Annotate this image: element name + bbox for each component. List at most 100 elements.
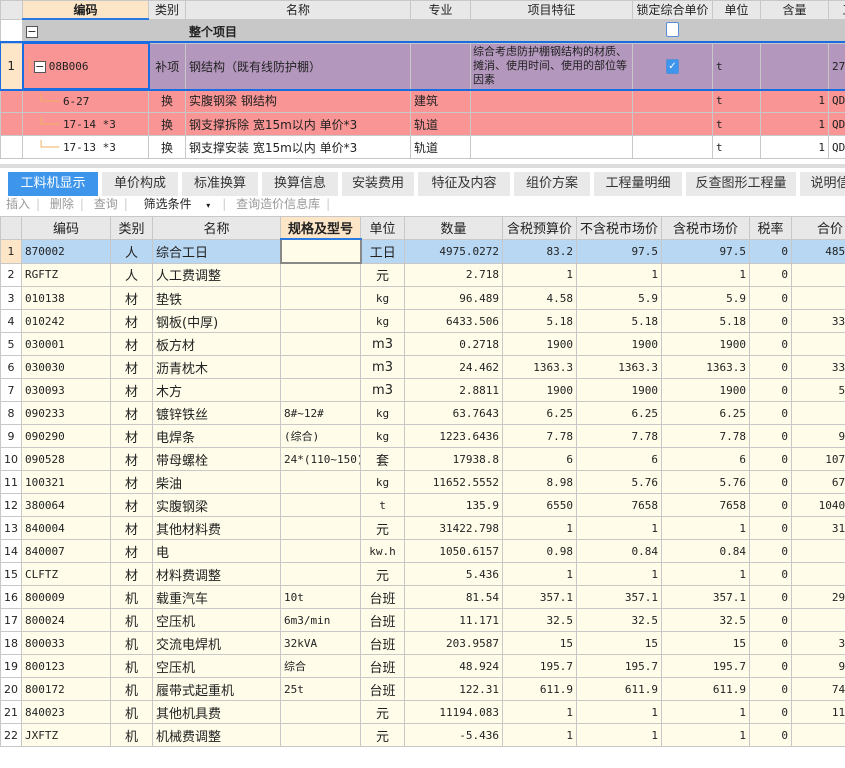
col-unit[interactable]: 单位	[712, 0, 761, 20]
resource-row[interactable]: 20 800172 机履带式起重机 25t 台班 122.31 611.9 611.9 611.…	[0, 677, 845, 701]
sub-code-cell[interactable]: └── 6-27	[22, 88, 149, 113]
cell-spec[interactable]: 32kVA	[280, 631, 361, 655]
resource-row[interactable]: 19800123机空压机综合台班48.924195.7195.7195.7095…	[0, 654, 845, 678]
col-lock[interactable]: 锁定综合单价	[632, 0, 713, 20]
cell-spec[interactable]	[280, 493, 361, 517]
insert-button[interactable]: 插入	[6, 197, 30, 211]
cell-spec[interactable]	[280, 355, 361, 379]
col-pretax-market-price[interactable]: 不含税市场价	[576, 216, 662, 240]
resource-row[interactable]: 15CLFTZ材材料费调整元5.43611105	[0, 562, 845, 586]
sub-type: 换	[148, 88, 186, 113]
sub-item-row[interactable]: └── 6-27换实腹钢梁 钢结构建筑t1QDI	[0, 88, 845, 113]
col-spec[interactable]: 规格及型号	[280, 216, 361, 240]
sub-code-cell[interactable]: └── 17-14 *3	[22, 112, 149, 136]
tab-9[interactable]: 说明信	[800, 172, 845, 196]
cell-spec[interactable]	[280, 262, 361, 287]
cell-spec[interactable]: 综合	[280, 654, 361, 678]
sub-item-row[interactable]: └── 17-14 *3换钢支撑拆除 宽15m以内 单价*3轨道t1QDI	[0, 112, 845, 136]
col-code[interactable]: 编码	[21, 216, 111, 240]
cell-tax-budget-price: 6	[502, 447, 577, 471]
cell-spec[interactable]	[280, 286, 361, 310]
col-tax-market-price[interactable]: 含税市场价	[661, 216, 750, 240]
cell-spec[interactable]	[280, 516, 361, 540]
resource-row[interactable]: 2RGFTZ人人工费调整元2.71811102	[0, 262, 845, 287]
col-tax-rate[interactable]: 税率	[749, 216, 792, 240]
col-qty[interactable]: 含量	[760, 0, 829, 20]
cell-spec[interactable]: 24*(110~150)	[280, 447, 361, 471]
col-name[interactable]: 名称	[185, 0, 411, 20]
cell-quantity: 11652.5552	[404, 470, 503, 494]
resource-row[interactable]: 8 090233 材镀锌铁丝 8#~12# kg 63.7643 6.25 6.25 6.25 0…	[0, 401, 845, 425]
col-total[interactable]: 合价	[791, 216, 845, 240]
cell-spec[interactable]	[280, 562, 361, 586]
cell-pretax-market-price: 1900	[576, 378, 662, 402]
item-row[interactable]: 1 │− 08B006 补项 钢结构（既有线防护棚） 综合考虑防护棚钢结构的材质、…	[0, 41, 845, 91]
resource-row[interactable]: 10 090528 材带母螺栓 24*(110~150) 套 17938.8 6 6 6 0 107…	[0, 447, 845, 471]
resource-row[interactable]: 12380064材实腹钢梁t135.965507658765801040722	[0, 493, 845, 517]
resource-row[interactable]: 17 800024 机空压机 6m3/min 台班 11.171 32.5 32.5 32.5 0…	[0, 608, 845, 632]
cell-unit: 台班	[360, 585, 405, 609]
cell-spec[interactable]	[279, 238, 362, 264]
tab-3[interactable]: 换算信息	[262, 172, 338, 196]
cell-spec[interactable]	[280, 378, 361, 402]
sub-qty: 1	[760, 88, 829, 113]
cell-spec[interactable]: 6m3/min	[280, 608, 361, 632]
cell-spec[interactable]: 10t	[280, 585, 361, 609]
col-name[interactable]: 名称	[152, 216, 281, 240]
cell-spec[interactable]	[280, 332, 361, 356]
col-quantity[interactable]: 数量	[404, 216, 503, 240]
col-tax-budget-price[interactable]: 含税预算价	[502, 216, 577, 240]
tab-6[interactable]: 组价方案	[514, 172, 590, 196]
cell-spec[interactable]	[280, 700, 361, 724]
tab-2[interactable]: 标准换算	[182, 172, 258, 196]
resource-row[interactable]: 7030093材木方m32.881119001900190005474	[0, 378, 845, 402]
sub-code-cell[interactable]: └── 17-13 *3	[22, 135, 149, 159]
col-type[interactable]: 类别	[110, 216, 153, 240]
query-button[interactable]: 查询	[94, 197, 118, 211]
filter-dropdown[interactable]: 筛选条件 ▾	[138, 197, 217, 211]
resource-row[interactable]: 18800033机交流电焊机32kVA台班203.958715151503059	[0, 631, 845, 655]
col-unit[interactable]: 单位	[360, 216, 405, 240]
resource-row[interactable]: 6 030030 材沥青枕木 m3 24.462 1363.3 1363.3 1363.3 0 3…	[0, 355, 845, 379]
lock-checkbox[interactable]	[666, 22, 679, 37]
resource-row[interactable]: 16 800009 机载重汽车 10t 台班 81.54 357.1 357.1 357.1 0 2…	[0, 585, 845, 609]
delete-button[interactable]: 删除	[50, 197, 74, 211]
col-type[interactable]: 类别	[148, 0, 186, 20]
cell-spec[interactable]	[280, 470, 361, 494]
collapse-icon[interactable]: −	[26, 25, 38, 38]
cell-spec[interactable]	[280, 723, 361, 747]
cell-spec[interactable]	[280, 539, 361, 563]
tab-0[interactable]: 工料机显示	[8, 172, 98, 196]
cell-spec[interactable]: 25t	[280, 677, 361, 701]
cell-code: RGFTZ	[21, 262, 111, 287]
resource-row[interactable]: 5030001材板方材m30.27181900190019000516	[0, 332, 845, 356]
resource-row[interactable]: 4010242材钢板(中厚)kg6433.5065.185.185.180333…	[0, 309, 845, 333]
resource-row[interactable]: 21840023机其他机具费元11194.083111011194	[0, 700, 845, 724]
lock-checkbox-checked[interactable]: ✓	[666, 59, 679, 74]
collapse-icon[interactable]: −	[33, 60, 46, 73]
col-code[interactable]: 编码	[22, 0, 149, 20]
col-feature[interactable]: 项目特征	[470, 0, 633, 20]
resource-row[interactable]: 11100321材柴油kg11652.55528.985.765.7606711…	[0, 470, 845, 494]
resource-row[interactable]: 1870002人综合工日工日4975.027283.297.597.504850…	[0, 238, 845, 264]
cell-spec[interactable]: 8#~12#	[280, 401, 361, 425]
col-more[interactable]: 工	[828, 0, 845, 20]
sub-item-row[interactable]: └── 17-13 *3换钢支撑安装 宽15m以内 单价*3轨道t1QDI	[0, 135, 845, 159]
tab-1[interactable]: 单价构成	[102, 172, 178, 196]
tab-4[interactable]: 安装费用	[342, 172, 414, 196]
resource-row[interactable]: 14840007材电kw.h1050.61570.980.840.840882	[0, 539, 845, 563]
tab-7[interactable]: 工程量明细	[594, 172, 682, 196]
resource-row[interactable]: 3010138材垫铁kg96.4894.585.95.90569	[0, 286, 845, 310]
tab-5[interactable]: 特征及内容	[418, 172, 510, 196]
cell-spec[interactable]: (综合)	[280, 424, 361, 448]
tab-8[interactable]: 反查图形工程量	[686, 172, 796, 196]
resource-row[interactable]: 9 090290 材电焊条 (综合) kg 1223.6436 7.78 7.78 7.78 0 9…	[0, 424, 845, 448]
cell-spec[interactable]	[280, 309, 361, 333]
cell-total: 9519	[791, 424, 845, 448]
cell-quantity: 96.489	[404, 286, 503, 310]
whole-project-row[interactable]: − 整个项目	[0, 18, 845, 44]
resource-row[interactable]: 22JXFTZ机机械费调整元-5.4361110-5	[0, 723, 845, 747]
col-major[interactable]: 专业	[410, 0, 471, 20]
query-price-button[interactable]: 查询造价信息库	[236, 197, 320, 211]
resource-row[interactable]: 13840004材其他材料费元31422.798111031422	[0, 516, 845, 540]
